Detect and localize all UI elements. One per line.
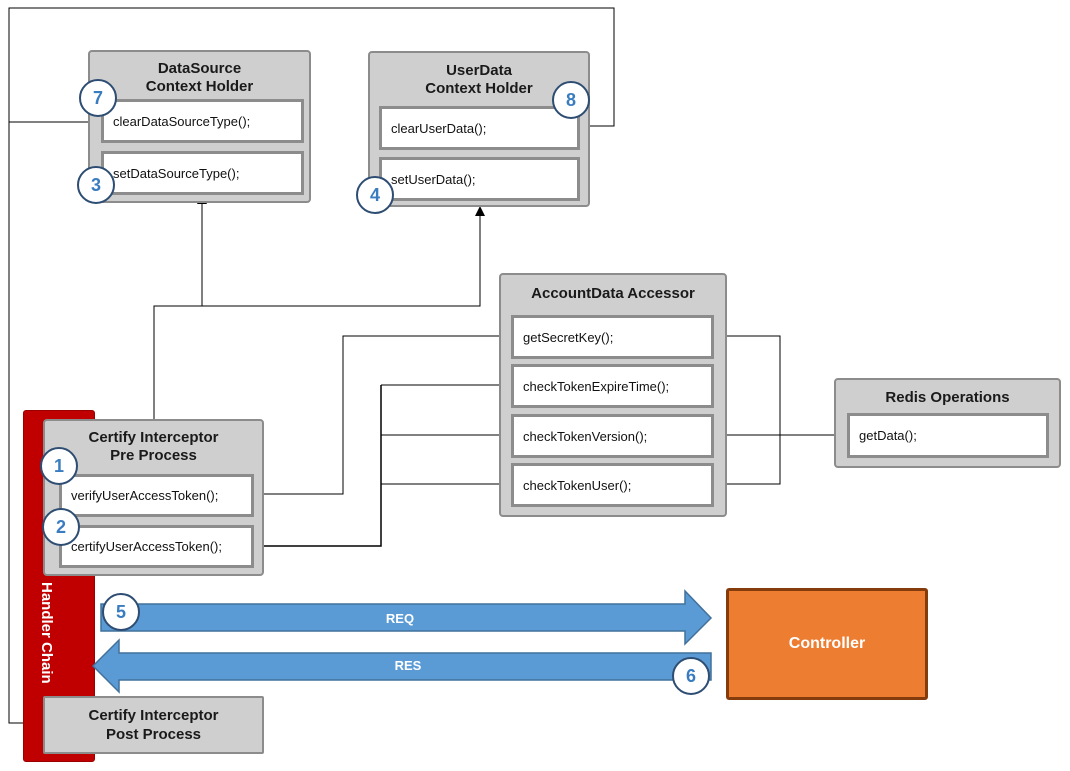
connector-pre-to-set-datasource [153, 194, 207, 420]
response-label: RES [394, 658, 422, 673]
userdata-context-holder: UserData Context Holder clearUserData();… [368, 51, 590, 207]
step-badge-5: 5 [102, 593, 140, 631]
step-badge-1: 1 [40, 447, 78, 485]
step-badge-3: 3 [77, 166, 115, 204]
step-badge-4: 4 [356, 176, 394, 214]
step-badge-8: 8 [552, 81, 590, 119]
accountdata-accessor-title: AccountData Accessor [531, 285, 695, 302]
step-badge-7: 7 [79, 79, 117, 117]
accountdata-accessor: AccountData Accessor getSecretKey(); che… [499, 273, 727, 517]
diagram-canvas: Handler Chain DataSource Context Holder … [0, 0, 1070, 771]
request-label: REQ [385, 611, 415, 626]
redis-operations: Redis Operations getData(); [834, 378, 1061, 468]
step-badge-2: 2 [42, 508, 80, 546]
method-certify-user-access-token[interactable]: certifyUserAccessToken(); [59, 525, 254, 568]
method-set-user-data[interactable]: setUserData(); [379, 157, 580, 201]
method-check-token-expire-time[interactable]: checkTokenExpireTime(); [511, 364, 714, 408]
method-clear-user-data[interactable]: clearUserData(); [379, 106, 580, 150]
method-set-datasource-type[interactable]: setDataSourceType(); [101, 151, 304, 195]
connector-certify-to-checks [251, 385, 382, 551]
datasource-holder-title: DataSource Context Holder [145, 60, 254, 95]
handler-chain-label: Handler Chain [38, 582, 55, 684]
step-badge-6: 6 [672, 657, 710, 695]
method-get-secret-key[interactable]: getSecretKey(); [511, 315, 714, 359]
datasource-context-holder: DataSource Context Holder clearDataSourc… [88, 50, 311, 203]
redis-operations-title: Redis Operations [885, 389, 1010, 406]
method-check-token-version[interactable]: checkTokenVersion(); [511, 414, 714, 458]
method-get-data[interactable]: getData(); [847, 413, 1049, 458]
method-check-token-user[interactable]: checkTokenUser(); [511, 463, 714, 507]
method-verify-user-access-token[interactable]: verifyUserAccessToken(); [59, 474, 254, 517]
controller-box[interactable]: Controller [726, 588, 928, 700]
pre-process-title: Certify Interceptor Pre Process [88, 429, 219, 464]
certify-interceptor-pre-process: Certify Interceptor Pre Process verifyUs… [43, 419, 264, 576]
method-clear-datasource-type[interactable]: clearDataSourceType(); [101, 99, 304, 143]
connector-pre-to-set-userdata [202, 206, 485, 307]
certify-interceptor-post-process: Certify Interceptor Post Process [43, 696, 264, 754]
